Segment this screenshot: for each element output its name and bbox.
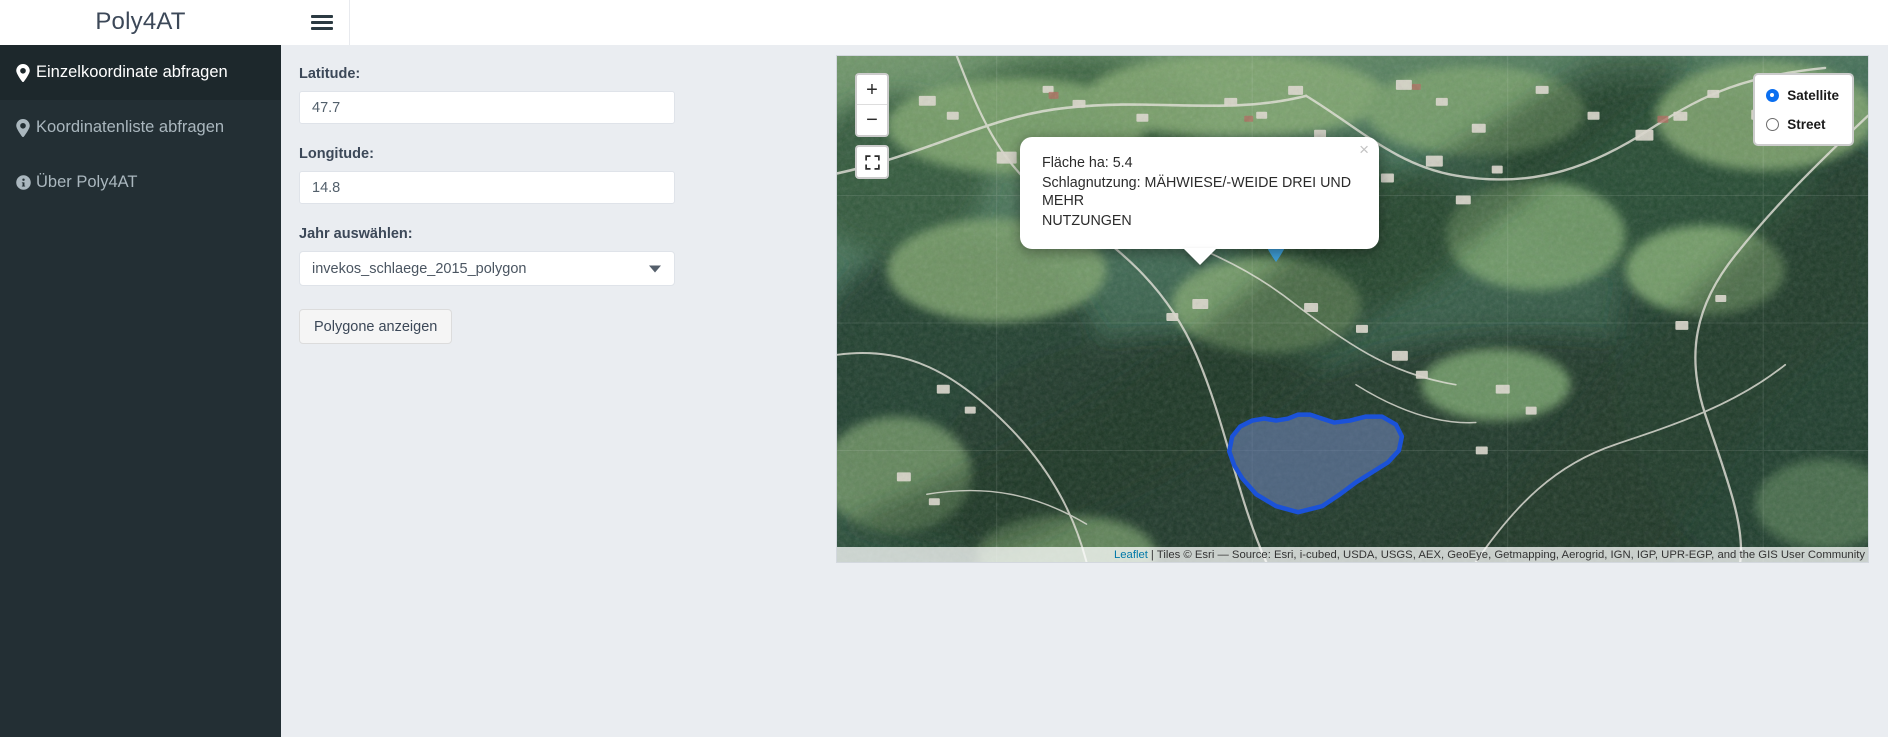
sidebar-item-koordinatenliste[interactable]: Koordinatenliste abfragen bbox=[0, 100, 281, 155]
layer-option-satellite[interactable]: Satellite bbox=[1766, 84, 1839, 106]
sidebar-nav: Einzelkoordinate abfragen Koordinatenlis… bbox=[0, 45, 281, 210]
radio-street[interactable] bbox=[1766, 118, 1779, 131]
map-attribution: Leaflet | Tiles © Esri — Source: Esri, i… bbox=[837, 547, 1868, 562]
zoom-controls: + − bbox=[855, 73, 889, 137]
popup-area-line: Fläche ha: 5.4 bbox=[1042, 154, 1357, 172]
hamburger-bar bbox=[311, 27, 333, 30]
spacer bbox=[299, 204, 679, 226]
show-polygons-button[interactable]: Polygone anzeigen bbox=[299, 309, 452, 344]
sidebar-item-ueber[interactable]: Über Poly4AT bbox=[0, 155, 281, 210]
hamburger-icon[interactable] bbox=[295, 0, 350, 45]
app-root: Poly4AT Einzelkoordinate abfragen Koordi… bbox=[0, 0, 1888, 737]
expand-icon bbox=[864, 154, 881, 171]
latitude-label: Latitude: bbox=[299, 66, 679, 82]
topbar bbox=[281, 0, 1888, 45]
radio-satellite[interactable] bbox=[1766, 89, 1779, 102]
leaflet-link[interactable]: Leaflet bbox=[1114, 549, 1148, 561]
attribution-separator: | bbox=[1148, 549, 1157, 561]
zoom-in-button[interactable]: + bbox=[857, 75, 887, 105]
hamburger-bars bbox=[311, 12, 333, 33]
year-label: Jahr auswählen: bbox=[299, 226, 679, 242]
year-select-value: invekos_schlaege_2015_polygon bbox=[312, 261, 526, 277]
fullscreen-button[interactable] bbox=[855, 145, 889, 179]
spacer bbox=[299, 124, 679, 146]
query-form: Latitude: Longitude: Jahr auswählen: inv… bbox=[299, 66, 679, 344]
app-title: Poly4AT bbox=[95, 8, 185, 36]
layer-control: Satellite Street bbox=[1753, 73, 1854, 146]
layer-label: Satellite bbox=[1787, 88, 1839, 103]
longitude-input[interactable] bbox=[299, 171, 675, 204]
map-tiles bbox=[837, 56, 1868, 562]
layer-option-street[interactable]: Street bbox=[1766, 113, 1839, 135]
sidebar: Poly4AT Einzelkoordinate abfragen Koordi… bbox=[0, 0, 281, 737]
sidebar-item-einzelkoordinate[interactable]: Einzelkoordinate abfragen bbox=[0, 45, 281, 100]
year-select-wrapper: invekos_schlaege_2015_polygon bbox=[299, 251, 675, 286]
year-select[interactable]: invekos_schlaege_2015_polygon bbox=[299, 251, 675, 286]
map-marker-icon bbox=[14, 119, 32, 137]
layer-label: Street bbox=[1787, 117, 1825, 132]
popup-tip bbox=[1183, 248, 1217, 265]
sidebar-item-label: Über Poly4AT bbox=[36, 173, 137, 192]
hamburger-bar bbox=[311, 15, 333, 18]
hamburger-bar bbox=[311, 21, 333, 24]
sidebar-item-label: Einzelkoordinate abfragen bbox=[36, 63, 228, 82]
info-circle-icon bbox=[14, 174, 32, 192]
sidebar-item-label: Koordinatenliste abfragen bbox=[36, 118, 224, 137]
latitude-input[interactable] bbox=[299, 91, 675, 124]
map-marker-icon bbox=[14, 64, 32, 82]
brand-header: Poly4AT bbox=[0, 0, 281, 45]
attribution-text: Tiles © Esri — Source: Esri, i-cubed, US… bbox=[1157, 549, 1865, 561]
leaflet-map[interactable]: + − Satellite bbox=[836, 55, 1869, 563]
popup-usage-line: Schlagnutzung: MÄHWIESE/-WEIDE DREI UND … bbox=[1042, 174, 1357, 210]
popup-close-button[interactable]: × bbox=[1359, 141, 1369, 158]
zoom-out-button[interactable]: − bbox=[857, 105, 887, 135]
main-content: Latitude: Longitude: Jahr auswählen: inv… bbox=[281, 45, 1888, 737]
longitude-label: Longitude: bbox=[299, 146, 679, 162]
popup-usage-line-cont: NUTZUNGEN bbox=[1042, 212, 1357, 230]
map-popup: × Fläche ha: 5.4 Schlagnutzung: MÄHWIESE… bbox=[1020, 137, 1379, 249]
